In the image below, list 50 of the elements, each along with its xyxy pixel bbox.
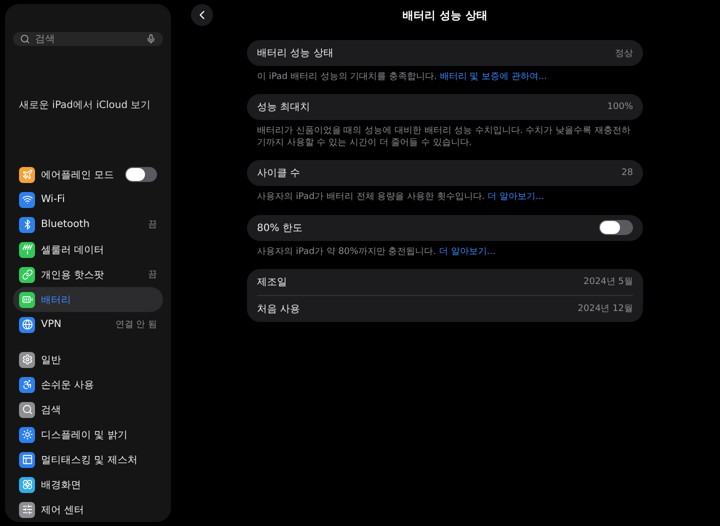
row-value: 2024년 12월	[578, 303, 633, 316]
icloud-prompt[interactable]: 새로운 iPad에서 iCloud 보기	[13, 98, 163, 112]
row-label: 성능 최대치	[257, 101, 310, 114]
row-label: 배터리 성능 상태	[257, 47, 334, 60]
sidebar-item[interactable]: 일반	[13, 347, 163, 372]
microphone-icon[interactable]	[146, 34, 156, 44]
sidebar-item[interactable]: 검색	[13, 397, 163, 422]
row-label: 80% 한도	[257, 222, 302, 235]
learn-more-link[interactable]: 더 알아보기...	[438, 246, 496, 257]
sidebar-item[interactable]: 셀룰러 데이터	[13, 237, 163, 262]
row-label: 처음 사용	[257, 302, 300, 316]
wifi-icon	[19, 192, 35, 208]
item-value: 끔	[148, 219, 157, 231]
sidebar-item[interactable]: Wi-Fi	[13, 187, 163, 212]
sidebar-item[interactable]: Bluetooth 끔	[13, 212, 163, 237]
learn-more-link[interactable]: 배터리 및 보증에 관하여...	[440, 72, 547, 82]
search-field[interactable]: 검색	[35, 34, 141, 44]
sidebar-item[interactable]: 제어 센터	[13, 497, 163, 522]
bluetooth-icon	[19, 216, 35, 232]
row-value: 100%	[607, 102, 633, 112]
battery-icon	[19, 292, 35, 308]
footer-text: 이 iPad 배터리 성능의 기대치를 충족합니다. 배터리 및 보증에 관하여...	[257, 71, 548, 84]
accessibility-icon	[19, 376, 35, 392]
item-value: 연결 안 됨	[115, 319, 157, 331]
toggle-switch[interactable]	[599, 220, 633, 236]
toggle-switch[interactable]	[125, 167, 157, 182]
row-value: 2024년 5월	[584, 276, 633, 288]
search-icon	[19, 402, 35, 418]
back-button[interactable]	[191, 4, 213, 26]
sidebar-item[interactable]: 디스플레이 및 밝기	[13, 422, 163, 447]
footer-text: 사용자의 iPad가 배터리 전체 용량을 사용한 횟수입니다. 더 알아보기...	[257, 191, 546, 204]
sidebar-item[interactable]: 배터리	[13, 287, 163, 312]
sidebar-item[interactable]: 배경화면	[13, 472, 163, 497]
row-label: 사이클 수	[257, 167, 300, 180]
search-bar[interactable]: 검색	[13, 32, 163, 46]
learn-more-link[interactable]: 더 알아보기...	[488, 192, 544, 202]
sidebar-item[interactable]: 에어플레인 모드	[13, 162, 163, 187]
footer-text: 배터리가 신품이었을 때의 성능에 대비한 배터리 성능 수치입니다. 수치가 낮을수록 재충전하기까지 사용할 수 있는 시간이 더 줄어들 수 있습니다.	[257, 125, 632, 150]
search-icon	[20, 34, 30, 44]
row-value: 정상	[615, 48, 633, 60]
item-value: 끔	[148, 269, 157, 281]
sidebar-item[interactable]: 멀티태스킹 및 제스처	[13, 447, 163, 472]
sidebar-item[interactable]: VPN 연결 안 됨	[13, 312, 163, 337]
footer-text: 사용자의 iPad가 약 80%까지만 충전됩니다. 더 알아보기...	[257, 246, 496, 258]
row-label: 제조일	[257, 276, 287, 289]
row-value: 28	[622, 168, 633, 178]
sidebar-item[interactable]: 손쉬운 사용	[13, 372, 163, 397]
airplane-icon	[19, 166, 35, 182]
sidebar-item[interactable]: 개인용 핫스팟 끔	[13, 262, 163, 287]
page-title: 배터리 성능 상태	[402, 8, 488, 22]
